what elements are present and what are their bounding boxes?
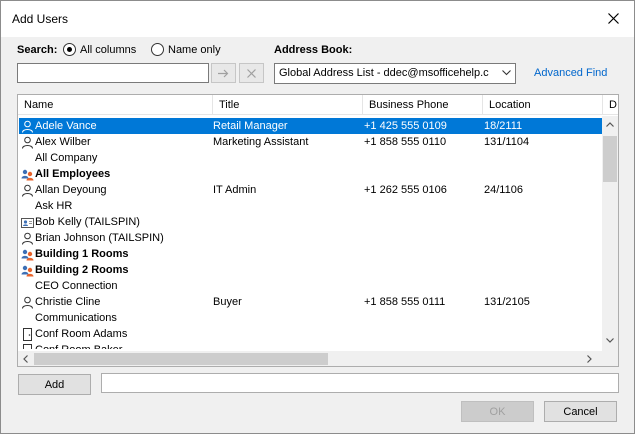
- address-book-label: Address Book:: [274, 44, 353, 56]
- list-item-name: Conf Room Adams: [35, 328, 128, 340]
- radio-name-only-indicator: [151, 43, 164, 56]
- radio-all-columns-indicator: [63, 43, 76, 56]
- list-item-name: Building 2 Rooms: [35, 264, 129, 276]
- list-item[interactable]: Bob Kelly (TAILSPIN): [19, 214, 602, 230]
- close-icon: [608, 13, 619, 24]
- x-icon: [247, 68, 256, 78]
- scroll-left-icon[interactable]: [23, 355, 28, 363]
- close-button[interactable]: [594, 1, 634, 37]
- list-item[interactable]: Christie Cline Buyer +1 858 555 0111 131/21…: [19, 294, 602, 310]
- user-icon: [22, 136, 33, 149]
- list-item[interactable]: All Company: [19, 150, 602, 166]
- scroll-down-icon[interactable]: [606, 338, 614, 343]
- list-item-name: All Employees: [35, 168, 111, 180]
- cancel-button[interactable]: Cancel: [544, 401, 617, 422]
- list-header: Name Title Business Phone Location D: [18, 95, 618, 115]
- radio-name-only[interactable]: Name only: [151, 43, 221, 56]
- room-door-icon: [23, 328, 32, 341]
- add-users-dialog: Add Users Search: All columns Name only …: [0, 0, 635, 434]
- user-icon: [22, 232, 33, 245]
- user-icon: [22, 296, 33, 309]
- ok-button[interactable]: OK: [461, 401, 534, 422]
- list-item[interactable]: Communications: [19, 310, 602, 326]
- user-icon: [22, 184, 33, 197]
- group-icon: [21, 265, 34, 277]
- list-item-name: Brian Johnson (TAILSPIN): [35, 232, 164, 244]
- list-item-name: All Company: [35, 152, 98, 164]
- list-item-name: Adele Vance: [35, 120, 97, 132]
- contact-card-icon: [21, 218, 34, 228]
- vertical-scrollbar[interactable]: [602, 116, 618, 351]
- arrow-right-icon: [218, 69, 229, 77]
- column-header-title[interactable]: Title: [213, 95, 363, 115]
- list-item-phone: +1 425 555 0109: [364, 120, 447, 132]
- user-icon: [22, 120, 33, 133]
- list-item-name: Bob Kelly (TAILSPIN): [35, 216, 140, 228]
- radio-all-columns-label: All columns: [80, 43, 137, 56]
- list-item-phone: +1 858 555 0111: [364, 296, 446, 308]
- column-header-location[interactable]: Location: [483, 95, 603, 115]
- list-item-location: 131/1104: [484, 136, 530, 148]
- list-item-name: Communications: [35, 312, 117, 324]
- list-item[interactable]: Ask HR: [19, 198, 602, 214]
- search-clear-button[interactable]: [239, 63, 264, 83]
- scroll-up-icon[interactable]: [606, 122, 614, 127]
- list-item-location: 131/2105: [484, 296, 530, 308]
- room-door-icon: [23, 344, 32, 349]
- list-rows: Adele Vance Retail Manager +1 425 555 0109…: [19, 118, 602, 349]
- group-icon: [21, 249, 34, 261]
- scroll-right-icon[interactable]: [587, 355, 592, 363]
- search-go-button[interactable]: [211, 63, 236, 83]
- address-list: Name Title Business Phone Location D Ade…: [17, 94, 619, 367]
- list-item-title: IT Admin: [213, 184, 257, 196]
- list-item-name: Ask HR: [35, 200, 73, 212]
- add-recipients-field[interactable]: [101, 373, 619, 393]
- address-book-value: Global Address List - ddec@msofficehelp.…: [279, 67, 489, 79]
- list-item[interactable]: Building 2 Rooms: [19, 262, 602, 278]
- column-header-department[interactable]: D: [603, 95, 618, 115]
- list-item[interactable]: Conf Room Baker: [19, 342, 602, 349]
- search-label: Search:: [17, 44, 58, 56]
- title-bar: Add Users: [1, 1, 634, 37]
- list-item-title: Retail Manager: [213, 120, 288, 132]
- vertical-scroll-thumb[interactable]: [603, 136, 617, 182]
- list-item-name: Christie Cline: [35, 296, 101, 308]
- list-item-name: Alex Wilber: [35, 136, 91, 148]
- list-item-phone: +1 858 555 0110: [364, 136, 447, 148]
- list-item-name: Conf Room Baker: [35, 342, 122, 349]
- list-item-name: Allan Deyoung: [35, 184, 107, 196]
- list-item-location: 24/1106: [484, 184, 523, 196]
- add-button[interactable]: Add: [18, 374, 91, 395]
- list-item[interactable]: All Employees: [19, 166, 602, 182]
- list-item-title: Marketing Assistant: [213, 136, 309, 148]
- list-item[interactable]: Adele Vance Retail Manager +1 425 555 0109…: [19, 118, 602, 134]
- advanced-find-link[interactable]: Advanced Find: [534, 67, 607, 79]
- chevron-down-icon: [502, 70, 511, 76]
- list-item[interactable]: Brian Johnson (TAILSPIN): [19, 230, 602, 246]
- search-input[interactable]: [17, 63, 209, 83]
- column-header-name[interactable]: Name: [18, 95, 213, 115]
- address-book-select[interactable]: Global Address List - ddec@msofficehelp.…: [274, 63, 516, 84]
- list-item[interactable]: Building 1 Rooms: [19, 246, 602, 262]
- horizontal-scrollbar[interactable]: [18, 351, 602, 366]
- window-title: Add Users: [12, 12, 69, 26]
- list-item[interactable]: Allan Deyoung IT Admin +1 262 555 0106 24/1…: [19, 182, 602, 198]
- list-item-title: Buyer: [213, 296, 242, 308]
- list-item-phone: +1 262 555 0106: [364, 184, 447, 196]
- list-item[interactable]: CEO Connection: [19, 278, 602, 294]
- column-header-business-phone[interactable]: Business Phone: [363, 95, 483, 115]
- list-item[interactable]: Conf Room Adams: [19, 326, 602, 342]
- radio-all-columns[interactable]: All columns: [63, 43, 136, 56]
- list-item[interactable]: Alex Wilber Marketing Assistant +1 858 555…: [19, 134, 602, 150]
- list-item-location: 18/2111: [484, 120, 523, 132]
- horizontal-scroll-thumb[interactable]: [34, 353, 328, 365]
- group-icon: [21, 169, 34, 181]
- list-item-name: Building 1 Rooms: [35, 248, 129, 260]
- scroll-corner: [602, 351, 618, 366]
- list-item-name: CEO Connection: [35, 280, 118, 292]
- radio-name-only-label: Name only: [168, 43, 221, 56]
